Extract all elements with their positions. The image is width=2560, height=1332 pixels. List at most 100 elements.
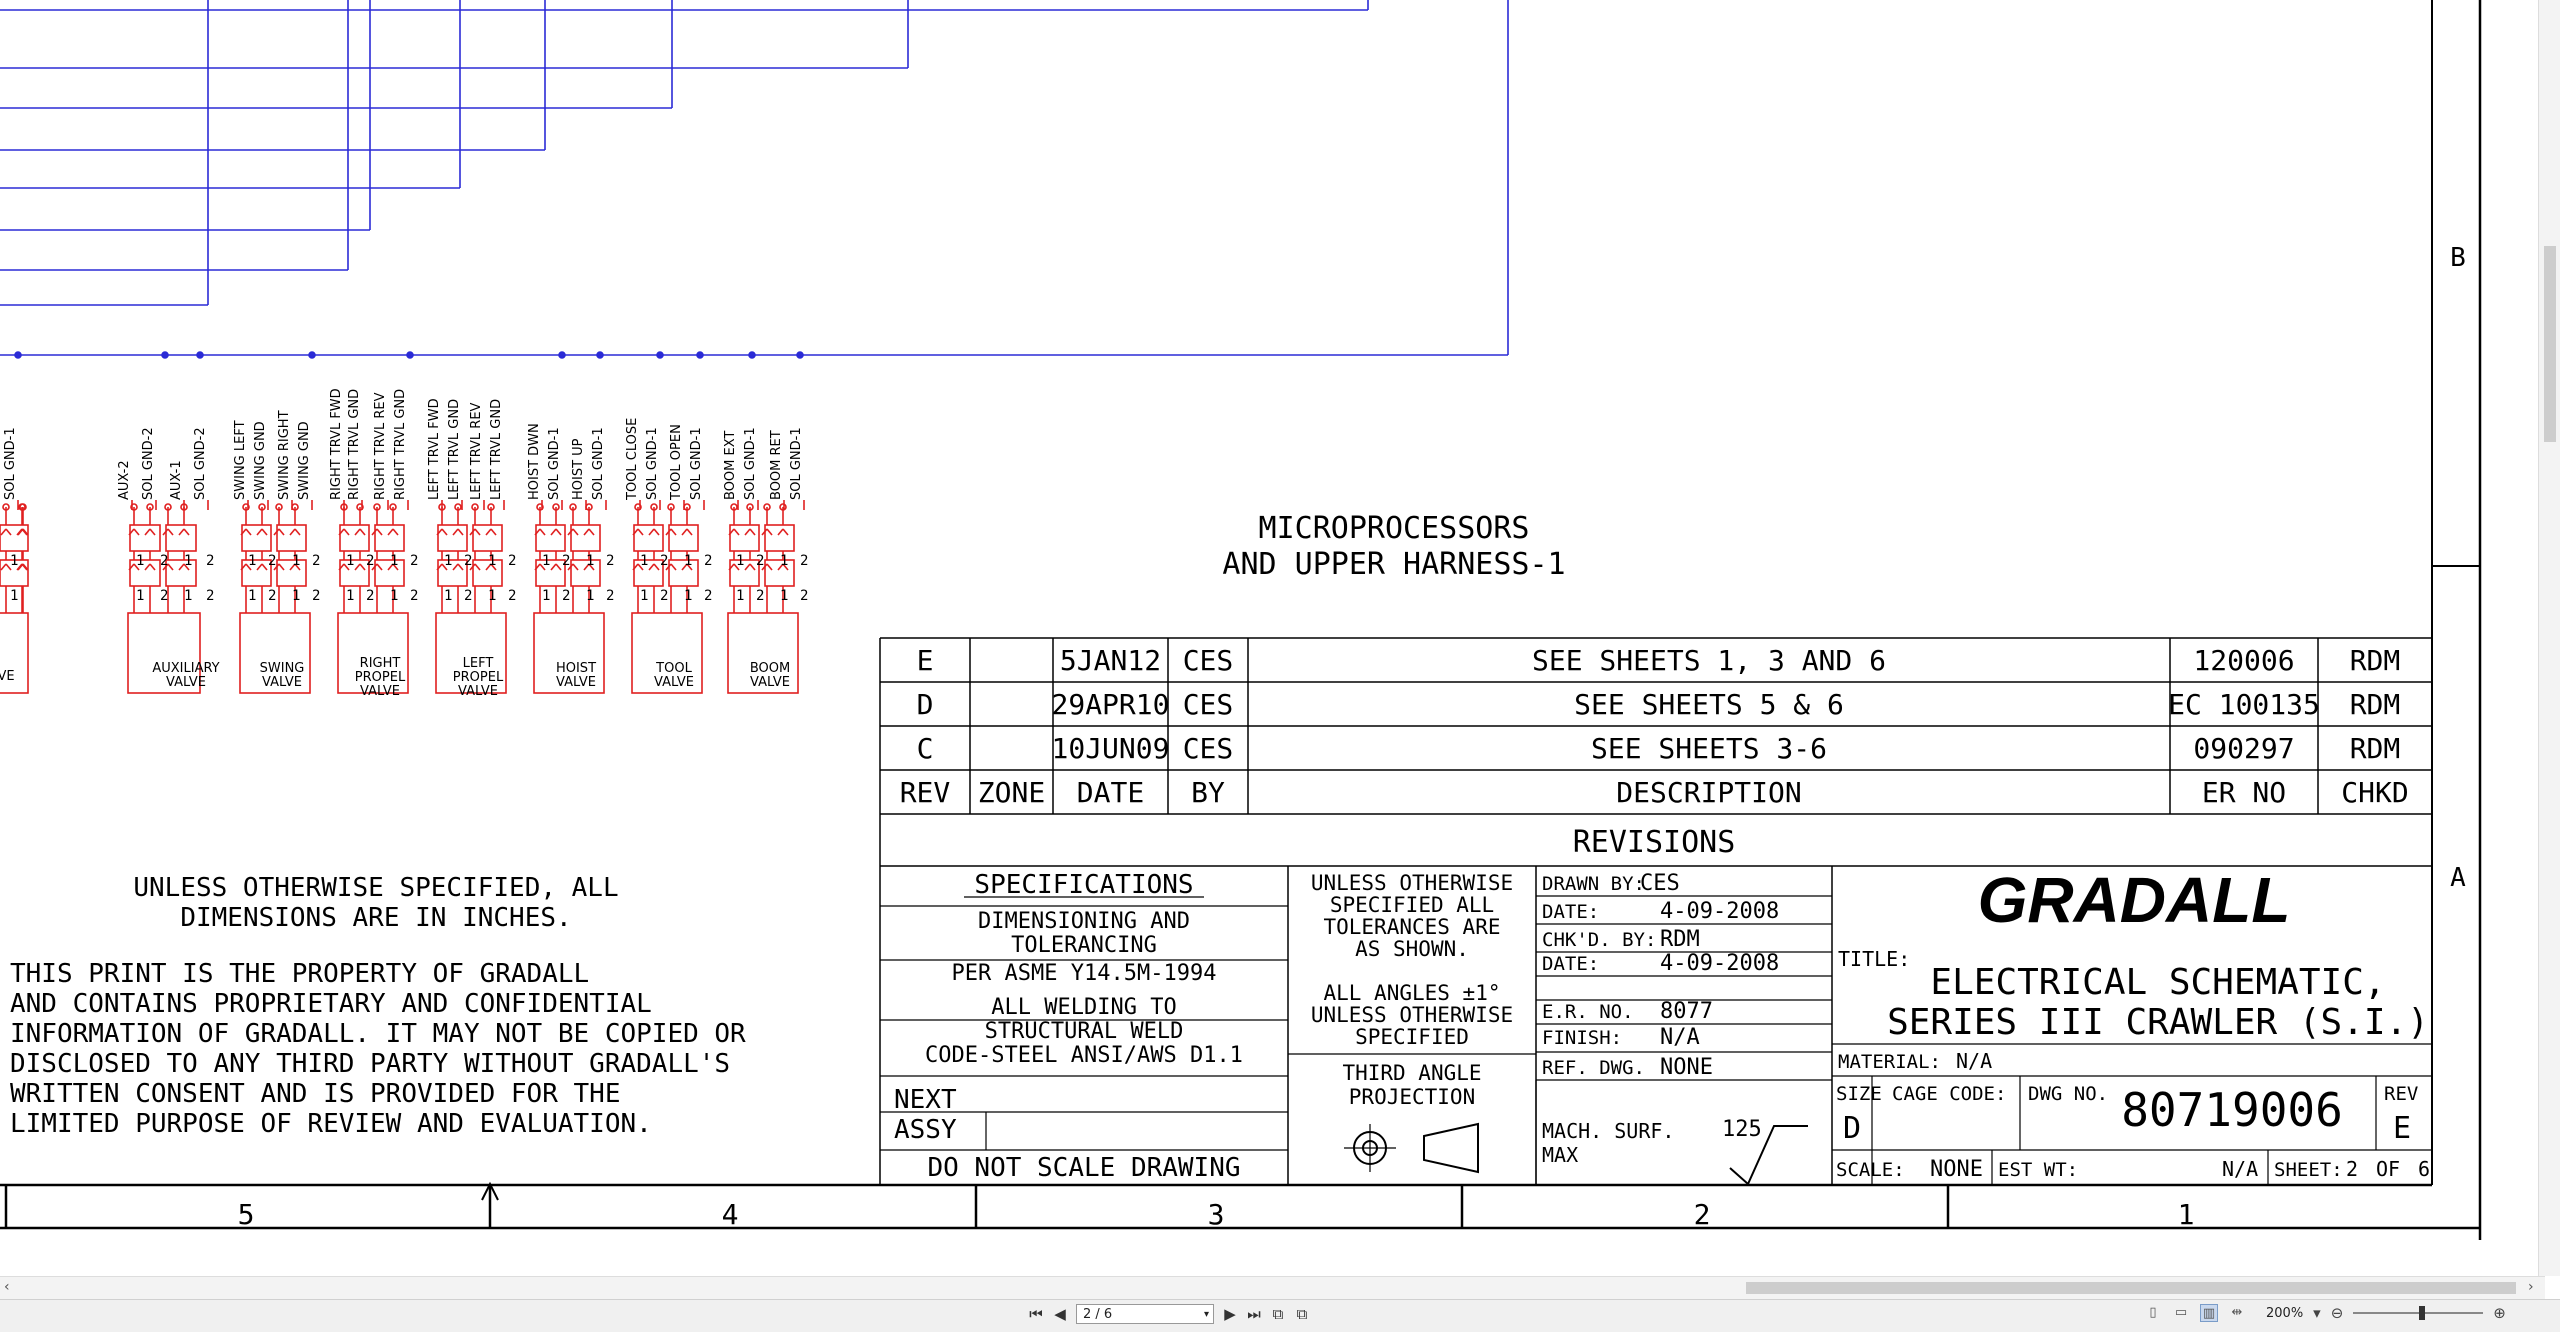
pin-number: 1 — [684, 553, 692, 569]
wire-label: SOL GND-1 — [789, 427, 804, 500]
last-page-icon[interactable]: ⏭ — [1246, 1305, 1262, 1323]
tb-label: REV — [2384, 1083, 2418, 1105]
spec-weld: CODE-STEEL ANSI/AWS D1.1 — [925, 1043, 1243, 1068]
rev-cell-date: 10JUN09 — [1051, 732, 1169, 765]
page-number-field[interactable]: 2 / 6 ▾ — [1076, 1304, 1214, 1324]
pin-arrow — [681, 528, 688, 536]
chevron-down-icon[interactable]: ▾ — [1204, 1305, 1209, 1325]
connector-plug — [764, 524, 795, 552]
single-page-view-icon[interactable]: ▯ — [2144, 1304, 2162, 1322]
thumbnail-icon[interactable]: ⧉ — [1294, 1305, 1310, 1323]
spec-weld: STRUCTURAL WELD — [985, 1019, 1184, 1044]
valve-label: PROPEL — [355, 670, 406, 685]
wire-label: SOL GND-1 — [689, 427, 704, 500]
continuous-view-icon[interactable]: ▭ — [2172, 1304, 2190, 1322]
tol-angle: SPECIFIED — [1355, 1025, 1469, 1049]
projection-cone-icon — [1423, 1122, 1479, 1174]
wire-label: SOL GND-2 — [141, 427, 156, 500]
rev-header-zone: ZONE — [978, 776, 1045, 809]
pin-number: 2 — [410, 588, 418, 604]
pin-arrow — [392, 528, 399, 536]
wire-label: SOL GND-1 — [3, 427, 18, 500]
wire-label: LEFT TRVL GND — [447, 399, 462, 500]
pin-arrow — [441, 528, 448, 536]
tb-label: CAGE CODE: — [1892, 1083, 2006, 1105]
tb-value: N/A — [1660, 1025, 1700, 1050]
facing-view-icon[interactable]: ▥ — [2200, 1304, 2218, 1322]
connector-plug — [276, 524, 307, 552]
pin-arrow — [457, 563, 464, 571]
first-page-icon[interactable]: ⏮ — [1028, 1305, 1044, 1323]
tb-value: 4-09-2008 — [1660, 899, 1779, 924]
property-note: WRITTEN CONSENT AND IS PROVIDED FOR THE — [10, 1079, 620, 1109]
page-layout-icon[interactable]: ⧉ — [1270, 1305, 1286, 1323]
tb-label: E.R. NO. — [1542, 1001, 1634, 1023]
rev-header-date: DATE — [1077, 776, 1144, 809]
tol-angle: UNLESS OTHERWISE — [1311, 1003, 1513, 1027]
rev-cell-chkd: RDM — [2350, 644, 2401, 677]
pin-arrow — [144, 563, 151, 571]
pin-number: 2 — [206, 553, 214, 569]
pin-number: 1 — [488, 553, 496, 569]
property-note: THIS PRINT IS THE PROPERTY OF GRADALL — [10, 959, 589, 989]
valve-label: VALVE — [262, 675, 302, 690]
valve-label: VALVE — [360, 684, 400, 699]
pin-number: 2 — [562, 553, 570, 569]
horizontal-scrollbar[interactable]: ‹ › — [0, 1276, 2545, 1299]
pin-number: 1 — [10, 588, 18, 604]
pin-arrow — [744, 528, 751, 536]
fit-width-icon[interactable]: ⇹ — [2228, 1304, 2246, 1322]
vertical-scrollbar-thumb[interactable] — [2544, 246, 2556, 442]
rev-cell-date: 29APR10 — [1051, 688, 1169, 721]
wire-label: HOIST UP — [571, 438, 586, 500]
pin-arrow — [555, 528, 562, 536]
pin-arrow — [149, 528, 156, 536]
pin-arrow — [474, 528, 481, 536]
wire-label: SWING RIGHT — [277, 410, 292, 500]
pin-arrow — [653, 563, 660, 571]
pin-arrow — [359, 563, 366, 571]
connector-plug — [472, 524, 503, 552]
pin-number: 2 — [756, 553, 764, 569]
horizontal-scrollbar-thumb[interactable] — [1746, 1282, 2516, 1294]
company-logo: GRADALL — [1978, 864, 2291, 936]
pin-arrow — [555, 563, 562, 571]
wire-label: SWING GND — [253, 421, 268, 500]
pin-arrow — [766, 528, 773, 536]
pin-arrow — [144, 528, 151, 536]
vertical-scrollbar[interactable] — [2538, 0, 2560, 1276]
rev-cell-by: CES — [1183, 688, 1234, 721]
zoom-dropdown-icon[interactable]: ▾ — [2313, 1304, 2321, 1322]
zoom-level: 200% — [2266, 1305, 2304, 1321]
rev-header-rev: REV — [900, 776, 951, 809]
wire-junction — [161, 351, 169, 359]
wire-junction — [596, 351, 604, 359]
projection-label: PROJECTION — [1349, 1085, 1475, 1109]
pin-number: 1 — [136, 588, 144, 604]
pin-arrow — [457, 528, 464, 536]
scroll-right-arrow-icon[interactable]: › — [2528, 1279, 2534, 1295]
pin-arrow — [550, 528, 557, 536]
valve-label: AUXILIARY — [152, 661, 219, 676]
pin-arrow — [167, 563, 174, 571]
pin-arrow — [278, 528, 285, 536]
valve-label: LEFT — [463, 656, 494, 671]
tb-value: D — [1843, 1111, 1861, 1146]
tb-label: CHK'D. BY: — [1542, 929, 1656, 951]
scroll-left-arrow-icon[interactable]: ‹ — [4, 1279, 10, 1295]
zoom-in-icon[interactable]: ⊕ — [2493, 1304, 2506, 1322]
pin-number: 1 — [292, 553, 300, 569]
drawing-title: SERIES III CRAWLER (S.I.) — [1887, 1002, 2429, 1043]
pin-arrow — [749, 563, 756, 571]
tol-note: UNLESS OTHERWISE — [1311, 871, 1513, 895]
pin-arrow — [485, 528, 492, 536]
pin-number: 2 — [800, 588, 808, 604]
zoom-out-icon[interactable]: ⊖ — [2331, 1304, 2344, 1322]
pin-number: 1 — [736, 553, 744, 569]
zoom-slider[interactable] — [2353, 1304, 2484, 1322]
wire-label: SOL GND-1 — [743, 427, 758, 500]
previous-page-icon[interactable]: ◀ — [1052, 1305, 1068, 1323]
next-page-icon[interactable]: ▶ — [1222, 1305, 1238, 1323]
view-controls: ▯ ▭ ▥ ⇹ 200% ▾ ⊖ ⊕ — [2144, 1304, 2506, 1322]
tb-label: DATE: — [1542, 953, 1599, 975]
